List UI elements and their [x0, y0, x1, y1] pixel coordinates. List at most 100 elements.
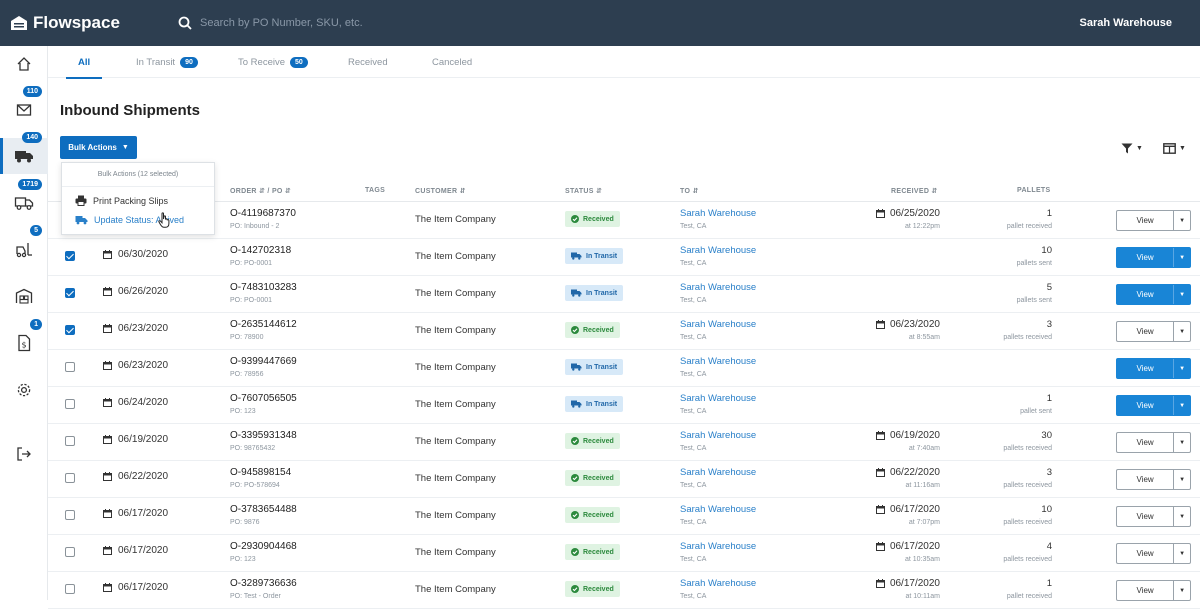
chevron-down-icon[interactable]: ▼ — [1173, 544, 1190, 563]
sidebar-item-forklift[interactable]: 5 — [0, 225, 48, 267]
table-row[interactable]: 06/23/2020 O-9399447669 PO: 78956 The Item … — [48, 350, 1200, 387]
menu-item-print-packing-slips[interactable]: Print Packing Slips — [62, 191, 214, 210]
user-menu[interactable]: Sarah Warehouse — [1079, 0, 1172, 46]
row-checkbox[interactable] — [65, 584, 75, 594]
order-number[interactable]: O-2930904468 — [230, 541, 297, 552]
destination-link[interactable]: Sarah Warehouse — [680, 467, 756, 478]
created-date-text: 06/26/2020 — [118, 286, 169, 297]
chevron-down-icon[interactable]: ▼ — [1173, 285, 1190, 304]
sidebar-item-logout[interactable] — [0, 436, 48, 472]
row-checkbox[interactable] — [65, 473, 75, 483]
destination-location: Test, CA — [680, 482, 707, 489]
view-button[interactable]: View ▼ — [1116, 358, 1191, 379]
row-checkbox[interactable] — [65, 251, 75, 261]
sidebar-item-home[interactable] — [0, 46, 48, 82]
destination-link[interactable]: Sarah Warehouse — [680, 282, 756, 293]
col-received[interactable]: RECEIVED ⇵ — [891, 187, 938, 195]
flowspace-logo[interactable]: Flowspace — [0, 13, 170, 33]
row-checkbox[interactable] — [65, 362, 75, 372]
table-row[interactable]: 06/24/2020 O-7607056505 PO: 123 The Item Co… — [48, 387, 1200, 424]
messages-badge: 110 — [22, 86, 42, 97]
row-checkbox[interactable] — [65, 547, 75, 557]
view-label: View — [1136, 253, 1154, 262]
chevron-down-icon[interactable]: ▼ — [1173, 396, 1190, 415]
chevron-down-icon[interactable]: ▼ — [1173, 248, 1190, 267]
sidebar-item-messages[interactable]: 110 — [0, 86, 48, 128]
table-row[interactable]: 06/17/2020 O-3783654488 PO: 9876 The Item C… — [48, 498, 1200, 535]
destination-link[interactable]: Sarah Warehouse — [680, 578, 756, 589]
sidebar-item-settings[interactable] — [0, 372, 48, 408]
row-checkbox[interactable] — [65, 436, 75, 446]
order-number[interactable]: O-7607056505 — [230, 393, 297, 404]
columns-button[interactable]: ▼ — [1163, 143, 1186, 154]
order-number[interactable]: O-7483103283 — [230, 282, 297, 293]
destination-link[interactable]: Sarah Warehouse — [680, 245, 756, 256]
chevron-down-icon[interactable]: ▼ — [1173, 507, 1190, 526]
table-row[interactable]: 06/22/2020 O-945898154 PO: PO-578694 The It… — [48, 461, 1200, 498]
tab-all[interactable]: All — [65, 46, 103, 79]
view-button[interactable]: View ▼ — [1116, 395, 1191, 416]
table-row[interactable]: 06/17/2020 O-3289736636 PO: Test - Order Th… — [48, 572, 1200, 609]
tab-in-transit[interactable]: In Transit 90 — [136, 46, 198, 78]
table-row[interactable]: O-4119687370 PO: Inbound - 2 The Item Comp… — [48, 202, 1200, 239]
tab-to-receive[interactable]: To Receive 50 — [238, 46, 308, 78]
order-number[interactable]: O-142702318 — [230, 245, 291, 256]
view-button[interactable]: View ▼ — [1116, 210, 1191, 231]
sidebar-item-inbound[interactable]: 140 — [0, 132, 48, 174]
view-button[interactable]: View ▼ — [1116, 469, 1191, 490]
received-time: at 8:55am — [908, 334, 940, 341]
destination-link[interactable]: Sarah Warehouse — [680, 430, 756, 441]
destination-link[interactable]: Sarah Warehouse — [680, 504, 756, 515]
table-row[interactable]: 06/19/2020 O-3395931348 PO: 98765432 The It… — [48, 424, 1200, 461]
table-row[interactable]: 06/26/2020 O-7483103283 PO: PO-0001 The Ite… — [48, 276, 1200, 313]
order-number[interactable]: O-3783654488 — [230, 504, 297, 515]
col-to[interactable]: TO ⇵ — [680, 187, 699, 195]
table-row[interactable]: 06/17/2020 O-2930904468 PO: 123 The Item Co… — [48, 535, 1200, 572]
view-button[interactable]: View ▼ — [1116, 321, 1191, 342]
menu-item-update-status-arrived[interactable]: Update Status: Arrived — [62, 210, 214, 229]
forklift-badge: 5 — [30, 225, 42, 236]
order-number[interactable]: O-3395931348 — [230, 430, 297, 441]
order-number[interactable]: O-2635144612 — [230, 319, 297, 330]
view-button[interactable]: View ▼ — [1116, 284, 1191, 305]
destination-link[interactable]: Sarah Warehouse — [680, 393, 756, 404]
status-text: Received — [583, 437, 614, 445]
order-number[interactable]: O-4119687370 — [230, 208, 296, 219]
row-checkbox[interactable] — [65, 288, 75, 298]
view-button[interactable]: View ▼ — [1116, 247, 1191, 268]
view-button[interactable]: View ▼ — [1116, 506, 1191, 527]
sidebar-item-warehouse[interactable] — [0, 278, 48, 314]
destination-link[interactable]: Sarah Warehouse — [680, 356, 756, 367]
chevron-down-icon[interactable]: ▼ — [1173, 470, 1190, 489]
table-row[interactable]: 06/23/2020 O-2635144612 PO: 78900 The Item … — [48, 313, 1200, 350]
chevron-down-icon[interactable]: ▼ — [1173, 359, 1190, 378]
col-customer[interactable]: CUSTOMER ⇵ — [415, 187, 466, 195]
tab-canceled[interactable]: Canceled — [432, 46, 472, 78]
sidebar-item-billing[interactable]: 1 $ — [0, 319, 48, 361]
col-status[interactable]: STATUS ⇵ — [565, 187, 602, 195]
view-button[interactable]: View ▼ — [1116, 543, 1191, 564]
row-checkbox[interactable] — [65, 399, 75, 409]
row-checkbox[interactable] — [65, 325, 75, 335]
filter-button[interactable]: ▼ — [1121, 143, 1143, 154]
chevron-down-icon[interactable]: ▼ — [1173, 433, 1190, 452]
destination-link[interactable]: Sarah Warehouse — [680, 541, 756, 552]
row-checkbox[interactable] — [65, 510, 75, 520]
bulk-actions-button[interactable]: Bulk Actions ▼ — [60, 136, 137, 159]
chevron-down-icon[interactable]: ▼ — [1173, 211, 1190, 230]
order-number[interactable]: O-9399447669 — [230, 356, 297, 367]
chevron-down-icon[interactable]: ▼ — [1173, 322, 1190, 341]
tab-received[interactable]: Received — [348, 46, 388, 78]
bulk-actions-header: Bulk Actions (12 selected) — [62, 163, 214, 187]
order-number[interactable]: O-3289736636 — [230, 578, 297, 589]
order-number[interactable]: O-945898154 — [230, 467, 291, 478]
view-button[interactable]: View ▼ — [1116, 580, 1191, 601]
view-button[interactable]: View ▼ — [1116, 432, 1191, 453]
sidebar-item-outbound[interactable]: 1719 — [0, 179, 48, 221]
chevron-down-icon[interactable]: ▼ — [1173, 581, 1190, 600]
table-row[interactable]: 06/30/2020 O-142702318 PO: PO-0001 The Item… — [48, 239, 1200, 276]
col-order[interactable]: ORDER ⇵ / PO ⇵ — [230, 187, 291, 195]
destination-link[interactable]: Sarah Warehouse — [680, 208, 756, 219]
destination-link[interactable]: Sarah Warehouse — [680, 319, 756, 330]
search-input[interactable]: Search by PO Number, SKU, etc. — [178, 8, 878, 38]
